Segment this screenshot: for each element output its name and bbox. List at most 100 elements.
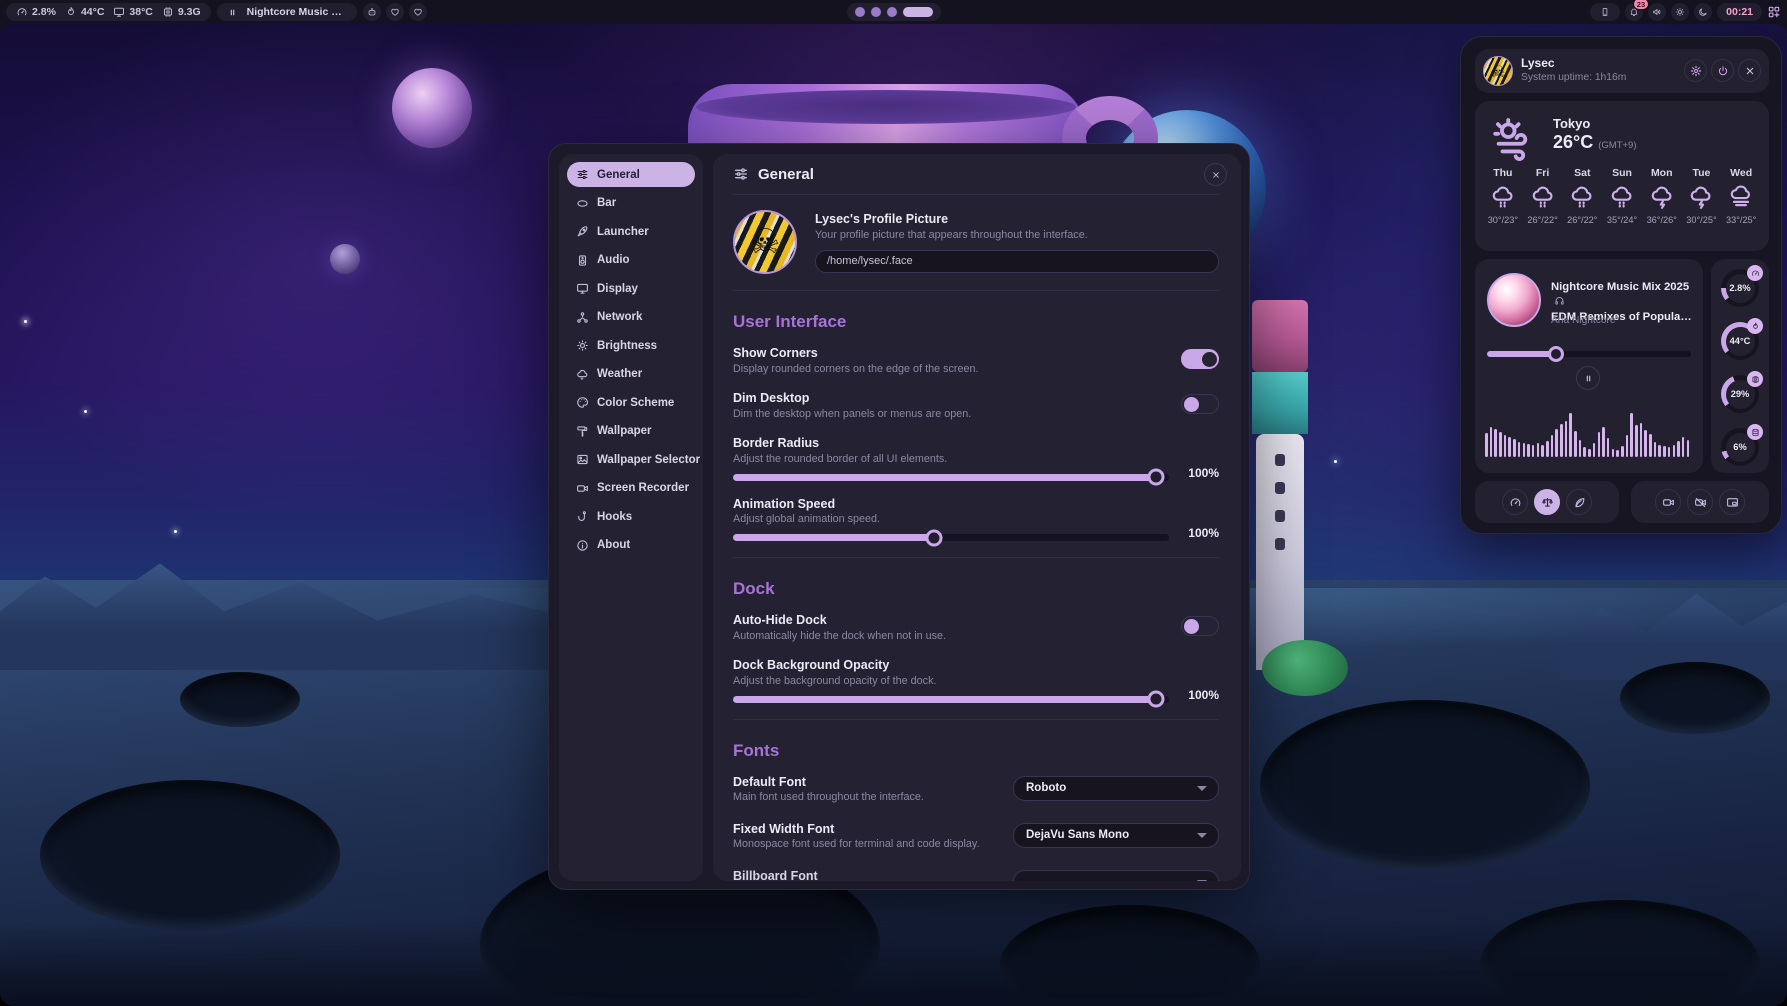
sidebar-item[interactable]: Screen Recorder: [567, 476, 695, 501]
visualizer-bar: [1532, 445, 1535, 457]
sidebar-item-icon: [576, 311, 589, 324]
sidebar-item-icon: [576, 254, 589, 267]
chevron-down-icon: [1197, 833, 1207, 838]
session-button[interactable]: [1684, 59, 1707, 82]
slider-knob[interactable]: [925, 529, 942, 546]
session-button-icon: [1717, 65, 1729, 77]
slider-knob[interactable]: [1147, 691, 1164, 708]
forecast-day: Wed 33°/25°: [1721, 167, 1761, 225]
visualizer-bar: [1612, 449, 1615, 457]
visualizer-bar: [1644, 430, 1647, 457]
apps-grid-icon[interactable]: [1767, 5, 1781, 19]
slider-knob[interactable]: [1147, 469, 1164, 486]
forecast-temps: 36°/26°: [1647, 215, 1677, 225]
font-dropdown[interactable]: Roboto: [1013, 776, 1219, 801]
sidebar-item[interactable]: Wallpaper: [567, 419, 695, 444]
tray-icon-button[interactable]: 23: [1625, 3, 1643, 21]
planet-small: [330, 244, 360, 274]
visualizer-bar: [1494, 429, 1497, 457]
album-art: [1487, 273, 1541, 327]
forecast-day-label: Mon: [1651, 167, 1673, 179]
profile-path-input[interactable]: /home/lysec/.face: [815, 250, 1219, 273]
forecast-day: Thu 30°/23°: [1483, 167, 1523, 225]
sidebar-item-icon: [576, 482, 589, 495]
screen-tool-button[interactable]: [1687, 489, 1713, 515]
close-button[interactable]: [1204, 163, 1227, 186]
setting-row-slider: Border Radius Adjust the rounded border …: [733, 436, 1219, 481]
settings-sidebar: General Bar Launcher Audio Display Netwo…: [559, 154, 703, 881]
screen-tool-button[interactable]: [1655, 489, 1681, 515]
sidebar-item[interactable]: Wallpaper Selector: [567, 447, 695, 472]
visualizer-bar: [1518, 442, 1521, 457]
slider[interactable]: [733, 474, 1169, 481]
sidebar-item[interactable]: Launcher: [567, 219, 695, 244]
sidebar-item[interactable]: Display: [567, 276, 695, 301]
workspace-active[interactable]: [903, 7, 933, 17]
font-dropdown[interactable]: [1013, 870, 1219, 882]
media-progress-slider[interactable]: [1487, 351, 1691, 357]
profile-avatar[interactable]: [733, 210, 797, 274]
desktop: 2.8% 44°C 38°C 9.3G Nightcore Music Mix …: [0, 0, 1787, 1006]
visualizer-bar: [1560, 424, 1563, 457]
weather-city: Tokyo: [1553, 116, 1590, 131]
crater: [180, 672, 300, 727]
sidebar-item[interactable]: Hooks: [567, 504, 695, 529]
sun-wind-icon: [1491, 115, 1537, 161]
visualizer-bar: [1649, 434, 1652, 457]
media-progress-knob[interactable]: [1548, 346, 1564, 362]
system-uptime: System uptime: 1h16m: [1521, 72, 1626, 83]
visualizer-bar: [1616, 450, 1619, 457]
workspaces-indicator[interactable]: [847, 3, 941, 21]
slider[interactable]: [733, 696, 1169, 703]
toggle-switch[interactable]: [1181, 616, 1219, 636]
session-button[interactable]: [1738, 59, 1761, 82]
visualizer-bar: [1579, 440, 1582, 457]
page-title: General: [758, 166, 814, 183]
sidebar-item[interactable]: Bar: [567, 191, 695, 216]
power-profile-button[interactable]: [1502, 489, 1528, 515]
power-profile-button[interactable]: [1566, 489, 1592, 515]
visualizer-bar: [1593, 443, 1596, 457]
visualizer-bar: [1490, 427, 1493, 457]
toggle-switch[interactable]: [1181, 349, 1219, 369]
vignette: [0, 920, 1787, 1006]
sidebar-item[interactable]: About: [567, 533, 695, 558]
sidebar-item[interactable]: Audio: [567, 248, 695, 273]
notification-badge: 23: [1633, 0, 1649, 10]
sidebar-item[interactable]: Network: [567, 305, 695, 330]
toggle-switch[interactable]: [1181, 394, 1219, 414]
tray-icon-button[interactable]: [1648, 3, 1666, 21]
visualizer-bar: [1635, 425, 1638, 457]
forecast-day: Sat 26°/22°: [1562, 167, 1602, 225]
screen-corner: [1775, 24, 1787, 36]
audio-visualizer: [1485, 409, 1693, 457]
setting-desc: Display rounded corners on the edge of t…: [733, 363, 1219, 375]
session-button[interactable]: [1711, 59, 1734, 82]
workspace-dot[interactable]: [871, 7, 881, 17]
chevron-down-icon: [1197, 786, 1207, 791]
sidebar-item[interactable]: Weather: [567, 362, 695, 387]
workspace-dot[interactable]: [855, 7, 865, 17]
top-bar: 2.8% 44°C 38°C 9.3G Nightcore Music Mix …: [0, 0, 1787, 24]
visualizer-bar: [1569, 413, 1572, 457]
pause-button[interactable]: [1576, 366, 1600, 390]
clock[interactable]: 00:21: [1717, 3, 1762, 21]
forecast-day-label: Fri: [1536, 167, 1549, 179]
workspace-dot[interactable]: [887, 7, 897, 17]
tray-icon-button[interactable]: [1671, 3, 1689, 21]
power-profile-icon: [1573, 496, 1586, 509]
sidebar-item[interactable]: Brightness: [567, 333, 695, 358]
sidebar-item[interactable]: Color Scheme: [567, 390, 695, 415]
slider[interactable]: [733, 534, 1169, 541]
setting-row-toggle: Dim Desktop Dim the desktop when panels …: [733, 391, 1219, 423]
visualizer-bar: [1621, 446, 1624, 457]
power-profile-button[interactable]: [1534, 489, 1560, 515]
tray-icon-button[interactable]: [1590, 3, 1620, 21]
visualizer-bar: [1513, 439, 1516, 457]
sidebar-item-icon: [576, 282, 589, 295]
sidebar-item[interactable]: General: [567, 162, 695, 187]
tray-icon-button[interactable]: [1694, 3, 1712, 21]
visualizer-bar: [1658, 445, 1661, 457]
screen-tool-button[interactable]: [1719, 489, 1745, 515]
font-dropdown[interactable]: DejaVu Sans Mono: [1013, 823, 1219, 848]
